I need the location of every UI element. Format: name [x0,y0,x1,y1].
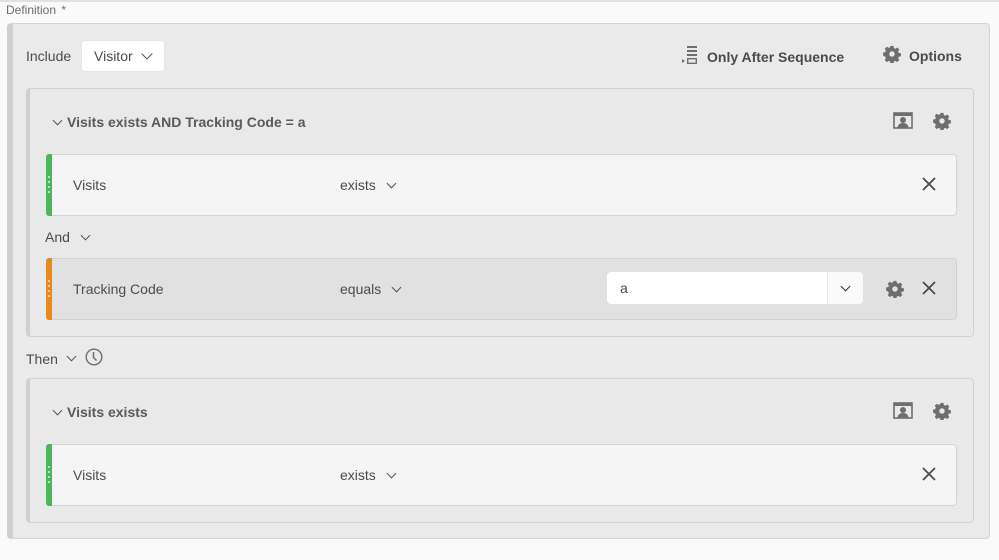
container-actions [893,402,951,425]
operator-value: exists [340,177,376,193]
rule-name: Visits [73,467,107,483]
visitor-scope-icon[interactable] [893,112,913,135]
sequence-icon [681,45,699,68]
operator-dropdown[interactable]: equals [340,281,402,297]
operator-dropdown[interactable]: exists [340,177,397,193]
chevron-down-icon [80,230,91,240]
value-dropdown-button[interactable] [827,272,863,304]
container-title-text: Visits exists AND Tracking Code = a [67,114,306,130]
rule-row: Visits exists [46,154,957,216]
drag-handle[interactable] [46,444,52,506]
gear-icon[interactable] [933,112,951,135]
container-actions [893,112,951,135]
sequence-connector: Then [26,348,103,369]
value-combobox [607,272,863,304]
definition-label: Definition * [6,3,66,17]
operator-value: exists [340,467,376,483]
value-input[interactable] [607,272,827,304]
sequence-connector-label: Then [26,350,58,367]
close-icon[interactable] [922,467,936,486]
logic-operator-value: And [45,229,70,245]
logic-operator-dropdown[interactable]: And [45,229,91,245]
visitor-scope-icon[interactable] [893,402,913,425]
chevron-down-icon [140,48,153,60]
include-label: Include [26,48,72,64]
chevron-down-icon [386,178,397,188]
rule-name: Tracking Code [73,281,164,297]
close-icon[interactable] [922,177,936,196]
container-title-text: Visits exists [67,404,148,420]
close-icon[interactable] [922,281,936,300]
operator-dropdown[interactable]: exists [340,467,397,483]
definition-title: Definition [6,3,57,17]
chevron-down-icon [52,405,63,415]
include-scope-value: Visitor [94,48,133,64]
rule-name: Visits [73,177,107,193]
gear-icon[interactable] [886,280,904,303]
drag-handle[interactable] [46,154,52,216]
clock-icon[interactable] [85,348,103,369]
only-after-sequence-button[interactable]: Only After Sequence [681,45,844,68]
sequence-label: Only After Sequence [707,48,845,65]
container-title[interactable]: Visits exists [52,404,148,420]
include-scope-dropdown[interactable]: Visitor [81,40,165,72]
gear-icon [883,45,901,66]
operator-value: equals [340,281,382,297]
options-button[interactable]: Options [883,45,962,66]
drag-handle[interactable] [46,258,52,320]
gear-icon[interactable] [933,402,951,425]
chevron-down-icon [52,115,63,125]
rule-row: Visits exists [46,444,957,506]
options-label: Options [909,47,962,64]
required-marker: * [61,3,67,17]
chevron-down-icon[interactable] [66,351,77,362]
chevron-down-icon [386,468,397,478]
container-title[interactable]: Visits exists AND Tracking Code = a [52,114,306,130]
top-divider [0,0,999,2]
rule-row: Tracking Code equals [46,258,957,320]
chevron-down-icon [840,281,851,291]
chevron-down-icon [391,282,402,292]
